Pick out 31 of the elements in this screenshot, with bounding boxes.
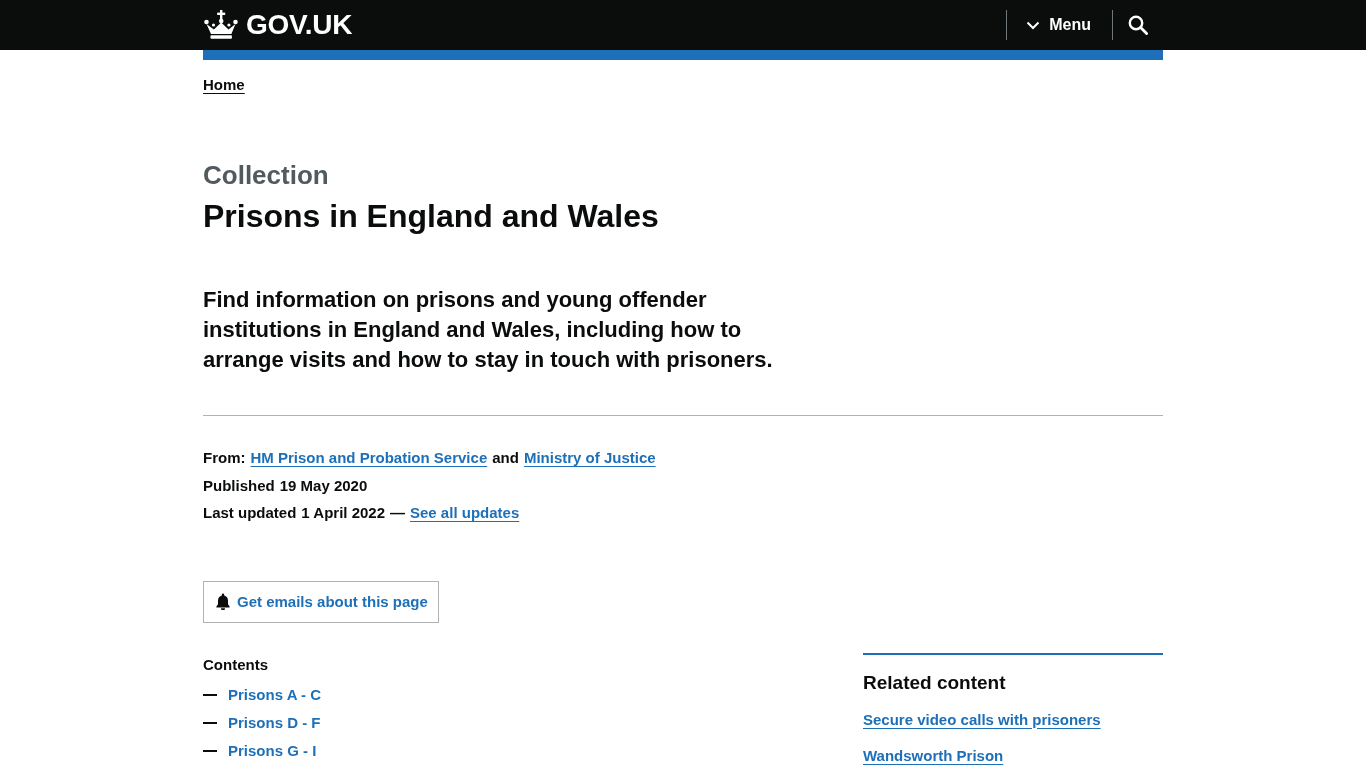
see-updates-link[interactable]: See all updates xyxy=(410,499,520,527)
dash-icon xyxy=(203,721,217,724)
page-title: Prisons in England and Wales xyxy=(203,197,660,235)
meta-label: From: xyxy=(203,448,246,468)
organisation-link[interactable]: HM Prison and Probation Service xyxy=(250,444,488,472)
menu-button[interactable]: Menu xyxy=(1007,0,1112,50)
email-signup-button[interactable]: Get emails about this page xyxy=(203,580,439,623)
meta-text: and xyxy=(492,448,519,468)
dash-icon xyxy=(203,749,217,752)
organisation-link[interactable]: Ministry of Justice xyxy=(523,444,656,472)
related-heading: Related content xyxy=(863,670,1007,695)
updated-date: 1 April 2022 xyxy=(301,503,385,523)
related-link[interactable]: Wandsworth Prison xyxy=(863,746,1004,764)
chevron-down-icon xyxy=(1026,20,1041,30)
contents-link[interactable]: Prisons D - F xyxy=(228,712,321,733)
logo-link[interactable]: GOV.UK xyxy=(203,9,353,41)
search-icon xyxy=(1128,15,1148,35)
crown-icon xyxy=(203,10,239,40)
meta-label: Last updated xyxy=(203,503,297,523)
contents-link[interactable]: Prisons A - C xyxy=(228,684,322,705)
contents-heading: Contents xyxy=(203,654,269,675)
page-caption: Collection xyxy=(203,160,330,190)
meta-label: Published xyxy=(203,475,275,496)
dash-icon xyxy=(203,693,217,696)
contents-link[interactable]: Prisons G - I xyxy=(228,740,317,761)
dash-separator: — xyxy=(390,503,405,523)
lead-paragraph: Find information on prisons and young offender institutions in England and Wales, including how to arrange visits and how to stay in touch with prisoners. xyxy=(203,286,774,374)
bell-icon xyxy=(216,593,230,610)
related-link[interactable]: Secure video calls with prisoners xyxy=(863,710,1101,728)
breadcrumb-link[interactable]: Home xyxy=(203,76,245,93)
published-date: 19 May 2020 xyxy=(279,475,368,496)
